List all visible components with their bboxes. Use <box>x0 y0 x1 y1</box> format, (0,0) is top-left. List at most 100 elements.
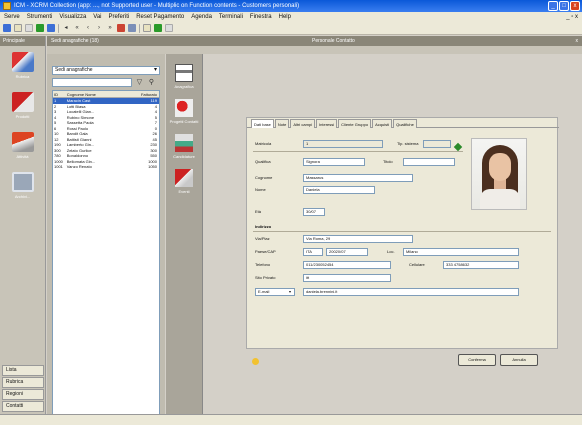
confirm-button[interactable]: Conferma <box>458 354 496 366</box>
save-icon[interactable] <box>36 24 44 32</box>
mdi-controls[interactable]: _ ▫ x <box>566 12 582 22</box>
divider <box>253 151 463 152</box>
section-label: Progetti Contatti <box>169 119 199 124</box>
qualifica-field[interactable]: Signora <box>303 158 365 166</box>
list-filter-select[interactable]: Sedi anagrafiche <box>52 66 160 75</box>
menu-item[interactable]: Preferiti <box>109 12 130 22</box>
options-icon[interactable] <box>165 24 173 32</box>
via-label: Via/Piaz <box>255 236 270 241</box>
menu-item[interactable]: Visualizza <box>59 12 86 22</box>
rail-bottom-lista[interactable]: Lista <box>2 365 44 376</box>
rail-header: Principale <box>0 36 45 46</box>
menu-item[interactable]: Terminali <box>219 12 243 22</box>
close-button[interactable]: x <box>570 1 580 11</box>
info-icon[interactable] <box>47 24 55 32</box>
cellulare-label: Cellulare <box>409 262 425 267</box>
filter-icon[interactable]: ▽ <box>135 78 144 87</box>
form-tabs: Dati base Note Altri campi Interessi Cli… <box>247 118 559 128</box>
left-rail: Principale Rubrica Prodotti Attività Arc… <box>0 36 46 414</box>
back-icon[interactable]: ◂ <box>62 24 70 32</box>
loc-field[interactable]: Milano <box>403 248 519 256</box>
tab-acquisti[interactable]: Acquisti <box>372 119 393 128</box>
menu-bar: Serve Strumenti Visualizza Vai Preferiti… <box>0 12 582 22</box>
cognome-label: Cognome <box>255 175 273 180</box>
tab-note[interactable]: Note <box>274 119 290 128</box>
column-header[interactable]: Fatturato <box>122 91 159 97</box>
qualifica-label: Qualifica <box>255 159 271 164</box>
maximize-button[interactable]: □ <box>559 1 569 11</box>
copy-icon[interactable] <box>25 24 33 32</box>
chevron-down-icon[interactable]: ▾ <box>289 288 291 296</box>
close-panel-icon[interactable]: x <box>576 36 579 46</box>
separator <box>58 23 59 33</box>
table-row[interactable]: 1001 Vanzo Renato 1050 <box>53 164 159 170</box>
rail-bottom-rubrica[interactable]: Rubrica <box>2 377 44 388</box>
cognome-field[interactable]: Massarus <box>303 174 413 182</box>
print-icon[interactable] <box>128 24 136 32</box>
rail-item-prodotti[interactable]: Prodotti <box>7 92 39 126</box>
help-icon[interactable] <box>252 358 259 365</box>
contact-form: Dati base Note Altri campi Interessi Cli… <box>246 117 559 349</box>
find-icon[interactable] <box>143 24 151 32</box>
email-field[interactable]: daniela.brennini.it <box>303 288 519 296</box>
search-icon[interactable]: ⚲ <box>147 78 156 87</box>
main-header-bar: Sedi anagrafiche (18) Personale Contatto… <box>47 36 582 46</box>
eta-field[interactable]: 30/07 <box>303 208 325 216</box>
new-icon[interactable] <box>14 24 22 32</box>
cap-field[interactable]: 20020/07 <box>326 248 368 256</box>
search-input[interactable] <box>52 78 132 87</box>
products-icon <box>11 92 34 112</box>
sito-field[interactable]: itt <box>303 274 391 282</box>
first-icon[interactable]: « <box>73 24 81 32</box>
window-title: ICM - XCRM Collection (app: ..., not Sup… <box>14 3 300 9</box>
building-icon <box>175 64 193 82</box>
menu-item[interactable]: Agenda <box>191 12 212 22</box>
delete-icon[interactable] <box>117 24 125 32</box>
section-anagrafica[interactable]: Anagrafica <box>169 64 199 89</box>
rail-item-rubrica[interactable]: Rubrica <box>7 52 39 86</box>
last-icon[interactable]: » <box>106 24 114 32</box>
titolo-field[interactable] <box>403 158 455 166</box>
nome-field[interactable]: Daniela <box>303 186 375 194</box>
cancel-button[interactable]: Annulla <box>500 354 538 366</box>
edit-icon[interactable] <box>453 142 463 152</box>
rail-bottom-buttons: Lista Rubrica Regioni Contatti <box>2 364 44 412</box>
menu-item[interactable]: Strumenti <box>27 12 53 22</box>
menu-item[interactable]: Serve <box>4 12 20 22</box>
telefono-field[interactable]: 011/230052454 <box>303 261 391 269</box>
column-header[interactable]: ID <box>53 91 67 97</box>
prev-icon[interactable]: ‹ <box>84 24 92 32</box>
tab-dati-base[interactable]: Dati base <box>251 119 274 128</box>
next-icon[interactable]: › <box>95 24 103 32</box>
menu-item[interactable]: Finestra <box>250 12 272 22</box>
tab-altri-campi[interactable]: Altri campi <box>290 119 316 128</box>
activities-icon <box>11 132 34 152</box>
menu-item[interactable]: Help <box>279 12 291 22</box>
home-icon[interactable] <box>3 24 11 32</box>
tab-cliente-gruppo[interactable]: Cliente Gruppo <box>338 119 372 128</box>
tab-interessi[interactable]: Interessi <box>316 119 338 128</box>
minimize-button[interactable]: _ <box>548 1 558 11</box>
section-label: Anagrafica <box>174 84 194 89</box>
rail-item-attivita[interactable]: Attività <box>7 132 39 166</box>
menu-item[interactable]: Reset Pagamento <box>136 12 184 22</box>
rail-bottom-contatti[interactable]: Contatti <box>2 401 44 412</box>
section-eventi[interactable]: Eventi <box>169 169 199 194</box>
rail-item-archivi[interactable]: Archivi... <box>7 172 39 206</box>
rail-bottom-regioni[interactable]: Regioni <box>2 389 44 400</box>
status-bar <box>0 414 582 425</box>
paese-label: Paese/CAP <box>255 249 276 254</box>
filter-icon[interactable] <box>154 24 162 32</box>
menu-item[interactable]: Vai <box>93 12 101 22</box>
candidates-icon <box>175 134 193 152</box>
section-candidature[interactable]: Candidature <box>169 134 199 159</box>
main-header: Sedi anagrafiche (18) Personale Contatto… <box>47 36 582 54</box>
section-progetti[interactable]: Progetti Contatti <box>169 99 199 124</box>
cellulare-field[interactable]: 333 4758632 <box>443 261 519 269</box>
column-header[interactable]: Cognome Nome <box>67 91 122 97</box>
paese-field[interactable]: ITA <box>303 248 323 256</box>
archive-icon <box>11 172 34 192</box>
via-field[interactable]: Via Roma, 29 <box>303 235 413 243</box>
tab-qualifiche[interactable]: Qualifiche <box>393 119 417 128</box>
records-table: ID Cognome Nome Fatturato 1 Maracin Cast 1… <box>52 90 160 416</box>
